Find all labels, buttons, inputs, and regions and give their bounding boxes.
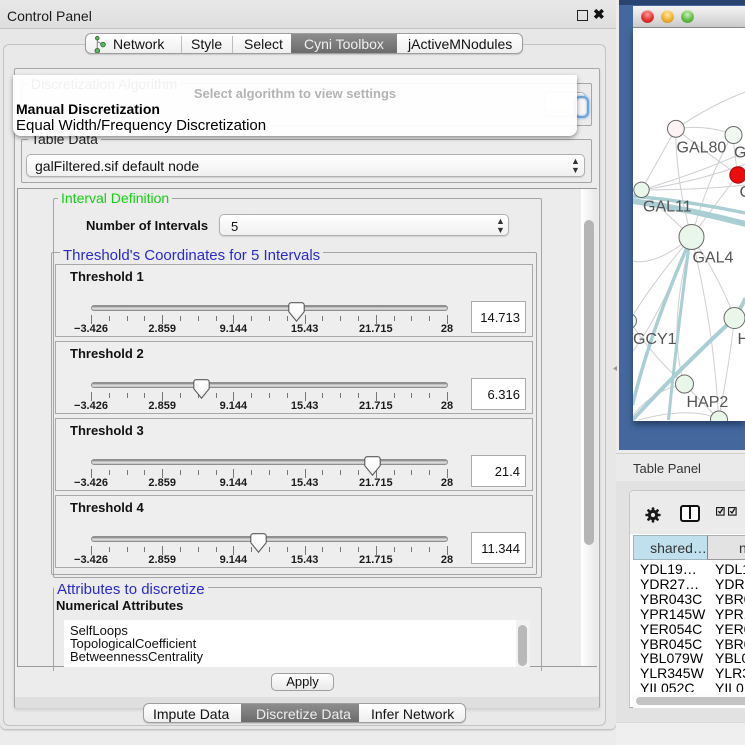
svg-text:GAL11: GAL11 — [643, 199, 692, 216]
svg-text:GCY1: GCY1 — [633, 331, 677, 348]
svg-text:HAP2: HAP2 — [686, 394, 728, 411]
svg-text:HI: HI — [737, 331, 745, 348]
svg-text:GAL4: GAL4 — [692, 250, 733, 267]
svg-text:CY: CY — [739, 184, 745, 201]
svg-text:GAL80: GAL80 — [676, 140, 726, 157]
svg-text:GA: GA — [734, 145, 745, 162]
